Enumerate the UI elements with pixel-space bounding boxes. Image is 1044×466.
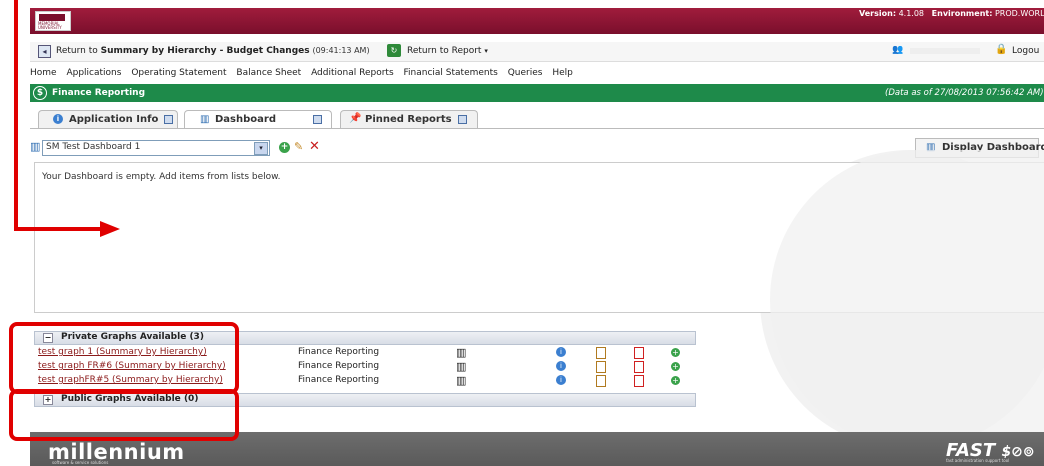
back-arrow-icon[interactable]: ◂	[38, 45, 51, 58]
users-icon: 👥	[892, 45, 904, 55]
pushpin-icon: 📌	[349, 113, 362, 124]
return-to-summary-link[interactable]: Return to Summary by Hierarchy - Budget …	[56, 46, 370, 56]
add-icon[interactable]: +	[279, 142, 290, 153]
edit-pencil-icon[interactable]: ✎	[294, 140, 303, 153]
bar-chart-icon: ▥	[30, 140, 41, 153]
logout-link[interactable]: Logou	[1012, 46, 1039, 56]
environment-value: PROD.WORLD	[994, 9, 1044, 18]
bar-chart-icon[interactable]: ▥	[456, 374, 466, 387]
bar-chart-icon: ▥	[200, 114, 210, 125]
pdf-icon[interactable]	[634, 375, 644, 387]
tab-dashboard[interactable]: ▥ Dashboard	[184, 110, 332, 129]
pin-save-icon[interactable]	[164, 115, 173, 124]
menu-queries[interactable]: Queries	[508, 68, 543, 78]
menu-financial-statements[interactable]: Financial Statements	[404, 68, 498, 78]
bar-chart-icon[interactable]: ▥	[456, 346, 466, 359]
info-icon: i	[53, 114, 63, 124]
tab-divider	[30, 128, 1044, 129]
return-time: (09:41:13 AM)	[312, 46, 370, 55]
return-to-report-menu[interactable]: Return to Report ▾	[407, 46, 488, 56]
dashboard-select-value: SM Test Dashboard 1	[46, 142, 141, 152]
pin-save-icon[interactable]	[313, 115, 322, 124]
millennium-tagline: software & service solutions	[52, 460, 109, 465]
pdf-icon[interactable]	[634, 347, 644, 359]
tab-label: Dashboard	[215, 114, 276, 125]
add-icon[interactable]: +	[671, 362, 680, 371]
excel-icon[interactable]	[596, 347, 606, 359]
report-icon: ↻	[387, 44, 401, 57]
return-navbar: ◂ Return to Summary by Hierarchy - Budge…	[30, 42, 1044, 62]
menu-balance-sheet[interactable]: Balance Sheet	[236, 68, 301, 78]
info-icon[interactable]: i	[556, 361, 566, 371]
graph-application: Finance Reporting	[298, 347, 380, 357]
add-icon[interactable]: +	[671, 348, 680, 357]
fast-tagline: fast administration support tool	[946, 458, 1010, 463]
tab-label: Application Info	[69, 114, 159, 125]
annotation-box-public	[9, 389, 239, 441]
logo-text: MEMORIAL UNIVERSITY	[38, 21, 62, 30]
tab-pinned-reports[interactable]: 📌 Pinned Reports	[340, 110, 478, 129]
graph-application: Finance Reporting	[298, 375, 380, 385]
user-name-redacted	[910, 48, 980, 54]
menu-additional-reports[interactable]: Additional Reports	[311, 68, 394, 78]
university-logo: MEMORIAL UNIVERSITY	[35, 11, 71, 31]
version-label: Version:	[859, 9, 897, 18]
finance-reporting-bar: $ Finance Reporting (Data as of 27/08/20…	[30, 84, 1044, 102]
main-menu: Home Applications Operating Statement Ba…	[30, 64, 1044, 82]
empty-dashboard-message: Your Dashboard is empty. Add items from …	[42, 172, 281, 182]
tab-label: Pinned Reports	[365, 114, 452, 125]
excel-icon[interactable]	[596, 361, 606, 373]
logout-icon[interactable]: 🔒	[995, 44, 1007, 57]
menu-applications[interactable]: Applications	[66, 68, 121, 78]
finance-title: Finance Reporting	[52, 88, 146, 98]
environment-label: Environment:	[931, 9, 993, 18]
info-icon[interactable]: i	[556, 347, 566, 357]
annotation-line-horizontal	[14, 227, 104, 231]
menu-home[interactable]: Home	[30, 68, 57, 78]
return-prefix: Return to	[56, 46, 101, 56]
menu-operating-statement[interactable]: Operating Statement	[131, 68, 226, 78]
bar-chart-icon[interactable]: ▥	[456, 360, 466, 373]
dashboard-select[interactable]: SM Test Dashboard 1 ▾	[42, 140, 270, 156]
menu-help[interactable]: Help	[552, 68, 573, 78]
delete-icon[interactable]: ✕	[309, 139, 320, 154]
annotation-arrowhead	[100, 221, 120, 237]
pdf-icon[interactable]	[634, 361, 644, 373]
return-target: Summary by Hierarchy - Budget Changes	[100, 46, 310, 56]
graph-application: Finance Reporting	[298, 361, 380, 371]
return-report-label: Return to Report	[407, 46, 482, 56]
excel-icon[interactable]	[596, 375, 606, 387]
pin-save-icon[interactable]	[458, 115, 467, 124]
chevron-down-icon: ▾	[484, 47, 488, 55]
annotation-line-vertical	[14, 0, 18, 231]
chevron-down-icon[interactable]: ▾	[254, 142, 268, 155]
add-icon[interactable]: +	[671, 376, 680, 385]
annotation-box-private	[9, 322, 239, 394]
data-as-of: (Data as of 27/08/2013 07:56:42 AM)	[885, 88, 1044, 98]
tab-application-info[interactable]: i Application Info	[38, 110, 178, 129]
version-readout: Version: 4.1.08 Environment: PROD.WORLD	[859, 9, 1044, 18]
info-icon[interactable]: i	[556, 375, 566, 385]
dollar-icon: $	[33, 86, 47, 100]
version-value: 4.1.08	[898, 9, 925, 18]
